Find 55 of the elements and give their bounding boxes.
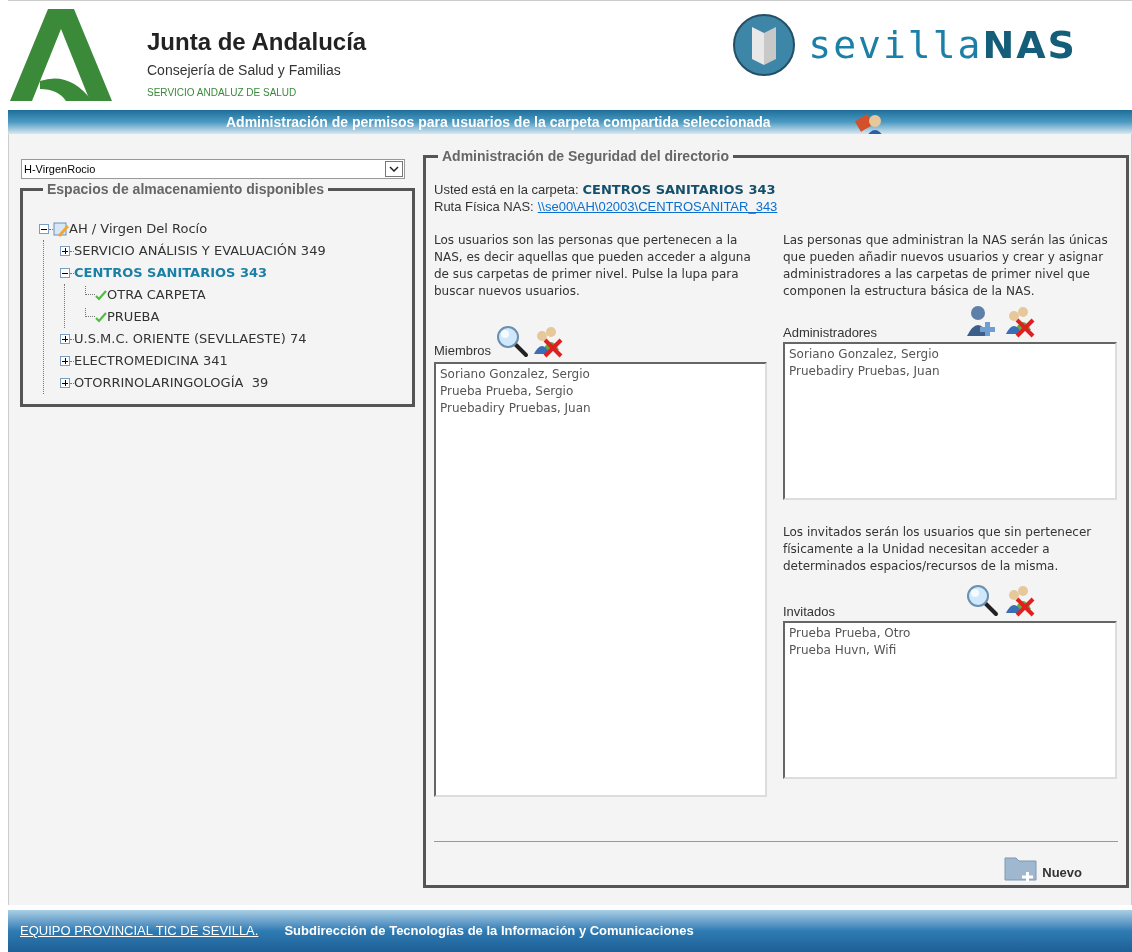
list-item[interactable]: Soriano Gonzalez, Sergio (789, 346, 1111, 363)
collapse-toggle[interactable] (39, 224, 49, 234)
folder-label: Usted está en la carpeta: (434, 181, 579, 198)
footer-text: Subdirección de Tecnologías de la Información y Comunicaciones (284, 922, 694, 941)
list-item[interactable]: Soriano Gonzalez, Sergio (440, 366, 761, 383)
list-item[interactable]: Pruebadiry Pruebas, Juan (440, 400, 761, 417)
tree-item[interactable]: ELECTROMEDICINA 341 (74, 351, 228, 371)
path-link[interactable]: \\se00\AH\02003\CENTROSANITAR_343 (537, 198, 778, 215)
expand-toggle[interactable] (60, 378, 70, 388)
org-name: Junta de Andalucía (147, 27, 367, 57)
folder-name: CENTROS SANITARIOS 343 (582, 181, 776, 198)
page-title: Administración de permisos para usuarios de la carpeta compartida seleccionada (226, 112, 771, 132)
org-service: SERVICIO ANDALUZ DE SALUD (147, 86, 298, 100)
list-label: Administradores (783, 323, 877, 342)
tree-item[interactable]: U.S.M.C. ORIENTE (SEVLLAESTE) 74 (74, 329, 307, 349)
members-help: Los usuarios son las personas que pertenecen a la NAS, es decir aquellas que pueden acceder a alguna de sus carpetas de primer nivel. Pulse la lupa para buscar nuevos usuarios. (434, 232, 752, 300)
remove-users-icon[interactable] (1003, 304, 1037, 338)
book-logo-icon (732, 13, 797, 77)
list-item[interactable]: Prueba Prueba, Otro (789, 625, 1111, 642)
tree-item[interactable]: PRUEBA (107, 307, 160, 327)
org-department: Consejería de Salud y Familias (147, 61, 342, 80)
collapse-toggle[interactable] (60, 268, 70, 278)
chevron-down-icon (389, 166, 399, 172)
folder-edit-icon (53, 221, 69, 237)
new-folder-button[interactable]: Nuevo (1004, 854, 1082, 882)
guests-help: Los invitados serán los usuarios que sin pertenecer físicamente a la Unidad necesitan acceder a determinados espacios/recursos de la misma. (783, 524, 1093, 575)
user-list[interactable]: Soriano Gonzalez, Sergio Pruebadiry Pruebas, Juan (783, 342, 1117, 500)
list-label: Invitados (783, 602, 836, 621)
user-list[interactable]: Soriano Gonzalez, Sergio Prueba Prueba, Sergio Pruebadiry Pruebas, Juan (434, 362, 767, 797)
panel-legend: Administración de Seguridad del directorio (438, 146, 734, 167)
tree-item[interactable]: OTRA CARPETA (107, 285, 206, 305)
check-icon (95, 311, 107, 323)
path-label: Ruta Física NAS: (434, 198, 534, 215)
folder-dropdown[interactable]: H-VirgenRocio (21, 159, 405, 179)
list-label: Miembros (434, 341, 492, 360)
tree-item[interactable]: CENTROS SANITARIOS 343 (74, 263, 268, 283)
search-icon[interactable] (495, 324, 530, 358)
admins-help: Las personas que administran la NAS serán las únicas que pueden añadir nuevos usuarios y crear y asignar administradores a las carpetas de primer nivel que componen la estructura básica de la NAS. (783, 232, 1109, 300)
search-icon[interactable] (965, 583, 999, 617)
tree-item[interactable]: AH / Virgen Del Rocío (69, 219, 208, 239)
list-item[interactable]: Prueba Huvn, Wifi (789, 642, 1111, 659)
list-item[interactable]: Prueba Prueba, Sergio (440, 383, 761, 400)
expand-toggle[interactable] (60, 334, 70, 344)
check-icon (95, 289, 107, 301)
folder-add-icon (1004, 854, 1039, 882)
user-list[interactable]: Prueba Prueba, Otro Prueba Huvn, Wifi (783, 621, 1117, 779)
footer-link[interactable]: EQUIPO PROVINCIAL TIC DE SEVILLA. (20, 921, 259, 941)
expand-toggle[interactable] (60, 356, 70, 366)
tree-item[interactable]: OTORRINOLARINGOLOGÍA 39 (74, 373, 269, 393)
brand-name: sevilla NAS (808, 21, 1077, 69)
remove-users-icon[interactable] (1003, 583, 1037, 617)
expand-toggle[interactable] (60, 246, 70, 256)
panel-legend: Espacios de almacenamiento disponibles (43, 179, 328, 200)
tree-item[interactable]: SERVICIO ANÁLISIS Y EVALUACIÓN 349 (74, 241, 326, 261)
list-item[interactable]: Pruebadiry Pruebas, Juan (789, 363, 1111, 380)
